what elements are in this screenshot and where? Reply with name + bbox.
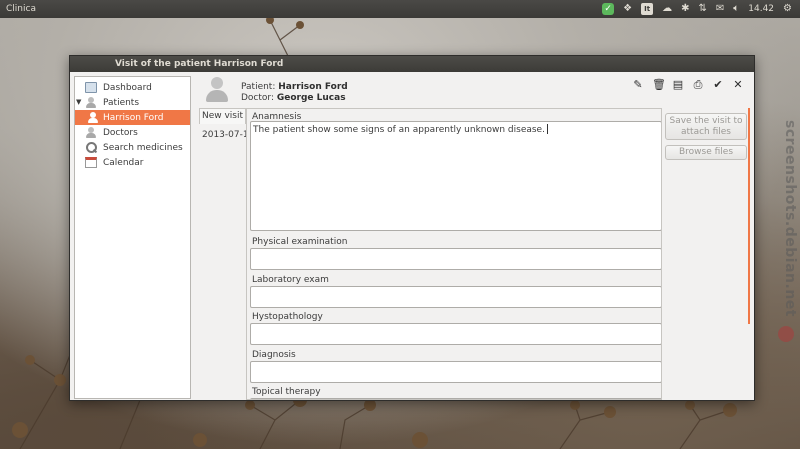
- top-panel: Clinica ✓ ❖ It ☁ ✱ ⇅ ✉ 🔈︎ 14.42 ⚙: [0, 0, 800, 18]
- sidebar-item-label: Patients: [103, 97, 140, 108]
- laboratory-exam-field[interactable]: [250, 286, 661, 308]
- keyboard-layout-icon[interactable]: It: [641, 3, 654, 15]
- form-scrollbar[interactable]: [748, 108, 750, 324]
- cloud-icon[interactable]: ☁: [662, 0, 672, 18]
- system-tray: ✓ ❖ It ☁ ✱ ⇅ ✉ 🔈︎ 14.42 ⚙: [602, 0, 800, 18]
- histopathology-field[interactable]: [250, 323, 661, 345]
- text-caret: [546, 124, 548, 134]
- diagnosis-field[interactable]: [250, 361, 661, 383]
- visit-form: Anamnesis The patient show some signs of…: [246, 108, 662, 400]
- patient-prefix: Patient:: [241, 82, 279, 92]
- sidebar-item-doctors[interactable]: Doctors: [75, 125, 190, 140]
- update-ok-icon[interactable]: ✓: [602, 3, 615, 15]
- sidebar-item-label: Doctors: [103, 127, 138, 138]
- anamnesis-field[interactable]: The patient show some signs of an appare…: [250, 121, 661, 231]
- save-visit-attach-button[interactable]: Save the visit to attach files: [665, 113, 747, 140]
- topical-therapy-label: Topical therapy: [252, 387, 321, 397]
- settings-gear-icon[interactable]: ⚙: [783, 0, 792, 18]
- check-icon[interactable]: ✔: [712, 78, 724, 92]
- network-icon[interactable]: ⇅: [698, 0, 706, 18]
- sidebar-item-dashboard[interactable]: Dashboard: [75, 80, 190, 95]
- anamnesis-text: The patient show some signs of an appare…: [253, 125, 545, 135]
- doctor-name: George Lucas: [276, 93, 346, 103]
- bluetooth-icon[interactable]: ✱: [681, 0, 689, 18]
- trash-icon[interactable]: 🗑︎: [652, 78, 666, 92]
- sidebar-item-label: Harrison Ford: [103, 112, 164, 123]
- dropbox-icon[interactable]: ❖: [623, 0, 632, 18]
- document-icon[interactable]: ▤: [672, 78, 684, 92]
- physical-examination-field[interactable]: [250, 248, 661, 270]
- histopathology-label: Hystopathology: [252, 312, 323, 322]
- volume-icon[interactable]: 🔈︎: [733, 0, 739, 18]
- app-title: Clinica: [6, 4, 36, 14]
- sidebar-item-label: Dashboard: [103, 82, 152, 93]
- sidebar: Dashboard ▼ Patients Harrison Ford Docto…: [74, 76, 191, 399]
- sidebar-item-calendar[interactable]: Calendar: [75, 155, 190, 170]
- toolbar: ✎ 🗑︎ ▤ ⎙ ✔ ✕: [632, 78, 744, 92]
- doctors-icon: [85, 127, 97, 138]
- sidebar-item-label: Calendar: [103, 157, 144, 168]
- patient-icon: [87, 112, 99, 123]
- close-icon[interactable]: ✕: [732, 78, 744, 92]
- doctor-prefix: Doctor:: [241, 93, 277, 103]
- debian-logo-icon: [778, 326, 794, 342]
- diagnosis-label: Diagnosis: [252, 350, 296, 360]
- sidebar-item-patients[interactable]: ▼ Patients: [75, 95, 190, 110]
- clock[interactable]: 14.42: [748, 0, 774, 18]
- print-icon[interactable]: ⎙: [692, 78, 704, 92]
- patient-header: Patient: Harrison Ford Doctor: George Lu…: [241, 82, 348, 104]
- visit-window: Visit of the patient Harrison Ford Dashb…: [69, 55, 755, 401]
- patient-avatar: [204, 76, 230, 104]
- patient-name: Harrison Ford: [278, 82, 348, 92]
- mail-icon[interactable]: ✉: [716, 0, 724, 18]
- laboratory-exam-label: Laboratory exam: [252, 275, 329, 285]
- expander-down-icon[interactable]: ▼: [76, 98, 81, 106]
- physical-examination-label: Physical examination: [252, 237, 348, 247]
- tab-new-visit[interactable]: New visit: [199, 108, 246, 124]
- sidebar-item-search-medicines[interactable]: Search medicines: [75, 140, 190, 155]
- search-icon: [85, 142, 97, 153]
- window-title: Visit of the patient Harrison Ford: [70, 56, 754, 72]
- browse-files-button[interactable]: Browse files: [665, 145, 747, 160]
- sidebar-item-harrison-ford[interactable]: Harrison Ford: [75, 110, 190, 125]
- edit-icon[interactable]: ✎: [632, 78, 644, 92]
- dashboard-icon: [85, 82, 97, 93]
- calendar-icon: [85, 157, 97, 168]
- topical-therapy-field[interactable]: [250, 398, 661, 399]
- sidebar-item-label: Search medicines: [103, 142, 183, 153]
- patients-icon: [85, 97, 97, 108]
